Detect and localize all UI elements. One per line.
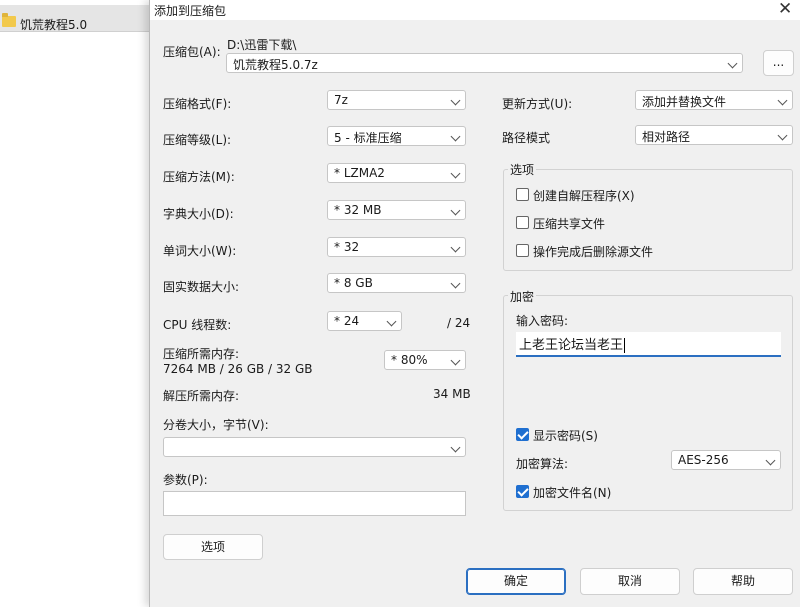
- format-label: 压缩格式(F):: [163, 97, 232, 111]
- method-combo[interactable]: * LZMA2: [327, 163, 466, 183]
- format-combo[interactable]: 7z: [327, 90, 466, 110]
- solid-combo[interactable]: * 8 GB: [327, 273, 466, 293]
- browse-button[interactable]: ...: [763, 50, 794, 76]
- format-value: 7z: [334, 93, 348, 107]
- delete-checkbox[interactable]: [516, 244, 529, 257]
- text-caret: ​: [624, 338, 626, 353]
- pathmode-label: 路径模式: [502, 131, 551, 145]
- encrypt-names-checkbox[interactable]: [516, 485, 529, 498]
- split-label: 分卷大小，字节(V):: [163, 418, 269, 432]
- pathmode-value: 相对路径: [642, 130, 691, 144]
- params-input[interactable]: [163, 491, 466, 516]
- mem-comp-value: * 80%: [391, 353, 428, 367]
- params-label: 参数(P):: [163, 473, 208, 487]
- cpu-value: * 24: [334, 314, 360, 328]
- cpu-label: CPU 线程数:: [163, 318, 232, 332]
- chevron-down-icon: [450, 95, 461, 106]
- cpu-combo[interactable]: * 24: [327, 311, 402, 331]
- help-button[interactable]: 帮助: [693, 568, 793, 595]
- update-value: 添加并替换文件: [642, 95, 727, 109]
- ok-button[interactable]: 确定: [466, 568, 566, 595]
- mem-decomp-value: 34 MB: [433, 387, 471, 401]
- chevron-down-icon: [777, 95, 788, 106]
- level-label: 压缩等级(L):: [163, 133, 232, 147]
- dict-combo[interactable]: * 32 MB: [327, 200, 466, 220]
- encryption-group-title: 加密: [508, 288, 537, 305]
- encrypt-method-combo[interactable]: AES-256: [671, 450, 781, 470]
- chevron-down-icon: [765, 455, 776, 466]
- archive-label: 压缩包(A):: [163, 45, 221, 59]
- archive-name-value: 饥荒教程5.0.7z: [233, 58, 318, 72]
- explorer-selected-row[interactable]: 饥荒教程5.0: [0, 5, 150, 32]
- shared-label: 压缩共享文件: [533, 217, 606, 231]
- encrypt-names-label: 加密文件名(N): [533, 486, 612, 500]
- dict-value: * 32 MB: [334, 203, 382, 217]
- explorer-pane: [0, 0, 150, 607]
- sfx-checkbox[interactable]: [516, 188, 529, 201]
- sfx-label: 创建自解压程序(X): [533, 189, 635, 203]
- level-value: 5 - 标准压缩: [334, 131, 402, 145]
- close-icon[interactable]: ✕: [778, 0, 792, 19]
- password-input[interactable]: 上老王论坛当老王​: [516, 332, 781, 357]
- archive-name-combo[interactable]: 饥荒教程5.0.7z: [226, 53, 743, 73]
- mem-comp-combo[interactable]: * 80%: [384, 350, 466, 370]
- shared-checkbox[interactable]: [516, 216, 529, 229]
- update-combo[interactable]: 添加并替换文件: [635, 90, 793, 110]
- update-label: 更新方式(U):: [502, 97, 573, 111]
- title-bar: 添加到压缩包 ✕: [150, 0, 800, 20]
- encrypt-method-label: 加密算法:: [516, 457, 569, 471]
- method-label: 压缩方法(M):: [163, 170, 235, 184]
- word-value: * 32: [334, 240, 360, 254]
- chevron-down-icon: [450, 442, 461, 453]
- encrypt-method-value: AES-256: [678, 453, 729, 467]
- mem-comp-label: 压缩所需内存:: [163, 347, 240, 361]
- chevron-down-icon: [450, 278, 461, 289]
- chevron-down-icon: [450, 242, 461, 253]
- password-label: 输入密码:: [516, 314, 569, 328]
- dict-label: 字典大小(D):: [163, 207, 234, 221]
- archive-path: D:\迅雷下载\: [227, 38, 297, 52]
- dialog-title: 添加到压缩包: [154, 4, 227, 18]
- chevron-down-icon: [450, 131, 461, 142]
- chevron-down-icon: [450, 168, 461, 179]
- options-group-title: 选项: [508, 161, 537, 178]
- solid-label: 固实数据大小:: [163, 280, 240, 294]
- show-password-checkbox[interactable]: [516, 428, 529, 441]
- password-value: 上老王论坛当老王: [519, 338, 624, 353]
- options-button[interactable]: 选项: [163, 534, 263, 560]
- chevron-down-icon: [777, 130, 788, 141]
- split-combo[interactable]: [163, 437, 466, 457]
- folder-icon: [2, 13, 16, 27]
- delete-label: 操作完成后删除源文件: [533, 245, 654, 259]
- pathmode-combo[interactable]: 相对路径: [635, 125, 793, 145]
- mem-comp-detail: 7264 MB / 26 GB / 32 GB: [163, 362, 313, 376]
- add-to-archive-dialog: 添加到压缩包 ✕ 压缩包(A): D:\迅雷下载\ 饥荒教程5.0.7z ...…: [149, 0, 800, 607]
- mem-decomp-label: 解压所需内存:: [163, 389, 240, 403]
- word-combo[interactable]: * 32: [327, 237, 466, 257]
- chevron-down-icon: [727, 58, 738, 69]
- folder-label: 饥荒教程5.0: [20, 18, 88, 32]
- solid-value: * 8 GB: [334, 276, 373, 290]
- show-password-label: 显示密码(S): [533, 429, 598, 443]
- level-combo[interactable]: 5 - 标准压缩: [327, 126, 466, 146]
- word-label: 单词大小(W):: [163, 244, 237, 258]
- method-value: * LZMA2: [334, 166, 385, 180]
- chevron-down-icon: [450, 205, 461, 216]
- cpu-total: / 24: [447, 316, 471, 330]
- chevron-down-icon: [386, 316, 397, 327]
- cancel-button[interactable]: 取消: [580, 568, 680, 595]
- chevron-down-icon: [450, 355, 461, 366]
